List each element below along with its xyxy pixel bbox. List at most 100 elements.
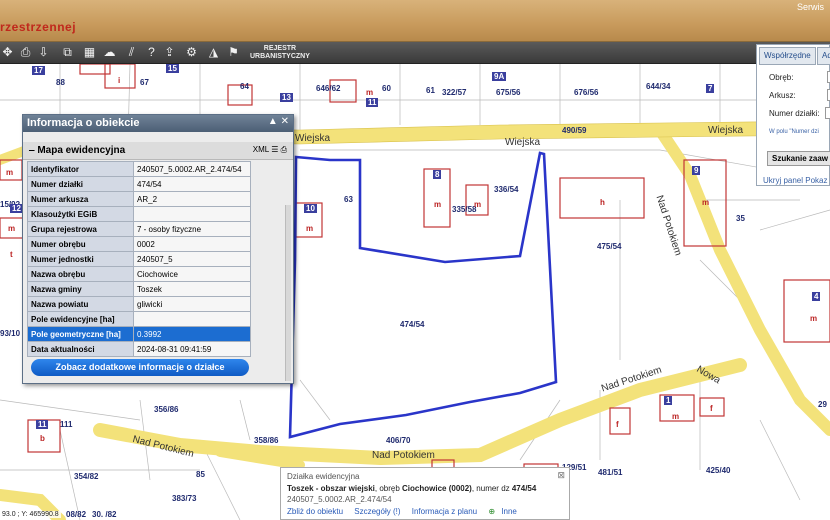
parcel-label: 35 xyxy=(736,214,745,223)
parcel-label: 475/54 xyxy=(597,242,622,251)
attribute-row: Nazwa powiatu gliwicki xyxy=(27,296,251,312)
info-scrollbar[interactable] xyxy=(285,205,291,381)
parcel-label: 29 xyxy=(818,400,827,409)
tab-wspolrzedne[interactable]: Współrzędne xyxy=(759,47,816,65)
plus-icon[interactable]: ⊕ xyxy=(488,507,495,516)
advanced-search-button[interactable]: Szukanie zaaw xyxy=(767,151,830,166)
building-number: 9 xyxy=(692,166,701,175)
building-type: b xyxy=(40,434,45,443)
more-info-button[interactable]: Zobacz dodatkowe informacje o działce xyxy=(31,359,249,376)
xml-link[interactable]: XML xyxy=(253,145,269,154)
popup-links: Zbliż do obiektu Szczegóły (!) Informacj… xyxy=(287,507,563,516)
print-icon[interactable]: ⎙ xyxy=(281,145,287,154)
building-type: m xyxy=(810,314,818,323)
print-icon[interactable]: ⎙ xyxy=(18,45,33,60)
settings-icon[interactable]: ⚙ xyxy=(184,45,199,60)
layout-icon[interactable]: ▦ xyxy=(82,45,97,60)
attribute-row: Nazwa obrębu Ciochowice xyxy=(27,266,251,282)
rejestr-urbanistyczny-button[interactable]: REJESTR URBANISTYCZNY xyxy=(250,45,310,61)
parcel-label: 383/73 xyxy=(172,494,197,503)
tab-adres[interactable]: Ad xyxy=(817,47,830,65)
close-icon[interactable]: ⊠ xyxy=(557,470,565,481)
parcel-label: 61 xyxy=(426,86,435,95)
panel-links[interactable]: Ukryj panel Pokaz xyxy=(763,176,827,185)
parcel-label: 676/56 xyxy=(574,88,599,97)
popup-location: Toszek - obszar wiejski, obręb Ciochowic… xyxy=(287,484,563,493)
app-header: rzestrzennej Serwis xyxy=(0,0,830,42)
upload-icon[interactable]: ⇪ xyxy=(162,45,177,60)
details-link[interactable]: Szczegóły (!) xyxy=(354,507,400,516)
rejestr-label: REJESTR xyxy=(263,45,297,52)
building-number: 15 xyxy=(166,64,179,73)
attribute-value: 0.3992 xyxy=(133,326,251,342)
pin-icon[interactable]: ⚑ xyxy=(226,45,241,60)
attribute-key: Data aktualności xyxy=(27,341,134,357)
info-panel-header[interactable]: Informacja o obiekcie ▲ ✕ xyxy=(23,115,293,132)
search-note: W polu "Numer dzi xyxy=(769,129,819,135)
attribute-row: Numer jednostki 240507_5 xyxy=(27,251,251,267)
attribute-key: Klasoużytki EGiB xyxy=(27,206,134,222)
numer-dzialki-input[interactable] xyxy=(825,107,830,119)
attribute-key: Numer jednostki xyxy=(27,251,134,267)
building-type: m xyxy=(474,200,482,209)
pan-icon[interactable]: ✥ xyxy=(0,45,15,60)
help-icon[interactable]: ? xyxy=(144,45,159,60)
urbanistyczny-label: URBANISTYCZNY xyxy=(250,53,310,60)
export-icon[interactable]: ⧉ xyxy=(60,45,75,60)
street-label-wiejska-2: Wiejska xyxy=(505,137,541,148)
parcel-label: 356/86 xyxy=(154,405,179,414)
building-type: f xyxy=(710,404,713,413)
attribute-value: AR_2 xyxy=(133,191,251,207)
parcel-label: 111 xyxy=(60,420,73,429)
info-panel-spacer xyxy=(23,132,293,142)
building-type: m xyxy=(672,412,680,421)
zoom-to-object-link[interactable]: Zbliż do obiektu xyxy=(287,507,343,516)
attribute-key: Numer obrębu xyxy=(27,236,134,252)
building-number: 17 xyxy=(32,66,45,75)
building-number: 7 xyxy=(706,84,715,93)
building-type: i xyxy=(118,76,121,85)
attribute-value: gliwicki xyxy=(133,296,251,312)
building-type: m xyxy=(702,198,710,207)
list-icon[interactable]: ☰ xyxy=(271,145,278,154)
parcel-label: 336/54 xyxy=(494,185,519,194)
attribute-value xyxy=(133,206,251,222)
building-type: m xyxy=(6,168,14,177)
attribute-row: Pole geometryczne [ha] 0.3992 xyxy=(27,326,251,342)
parcel-label: 08/82 xyxy=(66,510,87,519)
close-icon[interactable]: ✕ xyxy=(281,116,289,127)
collapse-section-icon[interactable]: ‒ xyxy=(29,145,35,156)
section-title: Mapa ewidencyjna xyxy=(37,145,126,156)
attribute-value: 474/54 xyxy=(133,176,251,192)
attribute-row: Pole ewidencyjne [ha] xyxy=(27,311,251,327)
section-header[interactable]: ‒ Mapa ewidencyjna XML ☰ ⎙ xyxy=(23,142,293,160)
collapse-icon[interactable]: ▲ xyxy=(268,116,278,127)
building-type: m xyxy=(8,224,16,233)
popup-text: , obręb xyxy=(374,484,403,493)
hatch-icon[interactable]: ⫽ xyxy=(124,45,139,60)
attribute-key: Grupa rejestrowa xyxy=(27,221,134,237)
cloud-icon[interactable]: ☁ xyxy=(102,45,117,60)
obreb-label: Obręb: xyxy=(769,73,794,82)
attribute-key: Numer arkusza xyxy=(27,191,134,207)
serwis-link[interactable]: Serwis xyxy=(797,2,824,12)
map-toolbar: ✥ ⎙ ⇩ ⧉ ▦ ☁ ⫽ ? ⇪ ⚙ ◮ ⚑ REJESTR URBANIST… xyxy=(0,42,830,64)
parcel-label: 64 xyxy=(240,82,249,91)
other-link[interactable]: Inne xyxy=(501,507,517,516)
attribute-value xyxy=(133,311,251,327)
popup-title: Działka ewidencyjna xyxy=(287,472,360,481)
street-label-wiejska-3: Wiejska xyxy=(708,125,744,136)
info-panel-title: Informacja o obiekcie xyxy=(27,117,140,129)
building-number: 10 xyxy=(304,204,317,213)
popup-identifier: 240507_5.0002.AR_2.474/54 xyxy=(287,495,392,504)
plan-info-link[interactable]: Informacja z planu xyxy=(412,507,477,516)
building-type: m xyxy=(366,88,374,97)
parcel-label: 481/51 xyxy=(598,468,623,477)
attribute-value: 0002 xyxy=(133,236,251,252)
attribute-value: Ciochowice xyxy=(133,266,251,282)
ruler-icon[interactable]: ◮ xyxy=(206,45,221,60)
attribute-key: Nazwa powiatu xyxy=(27,296,134,312)
download-icon[interactable]: ⇩ xyxy=(36,45,51,60)
attribute-key: Nazwa gminy xyxy=(27,281,134,297)
building-type: f xyxy=(616,420,619,429)
